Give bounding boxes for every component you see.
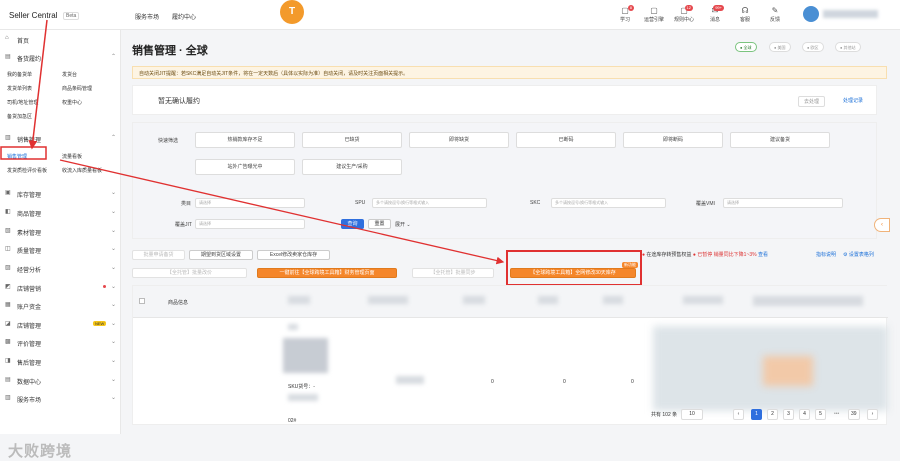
watermark-logo: 大败跨境: [8, 443, 73, 460]
annotation-arrows: [0, 19, 505, 265]
arrow-line-2: [59, 159, 505, 265]
sidebar-highlight-box: [0, 146, 47, 160]
arrow-line-1: [28, 19, 48, 150]
